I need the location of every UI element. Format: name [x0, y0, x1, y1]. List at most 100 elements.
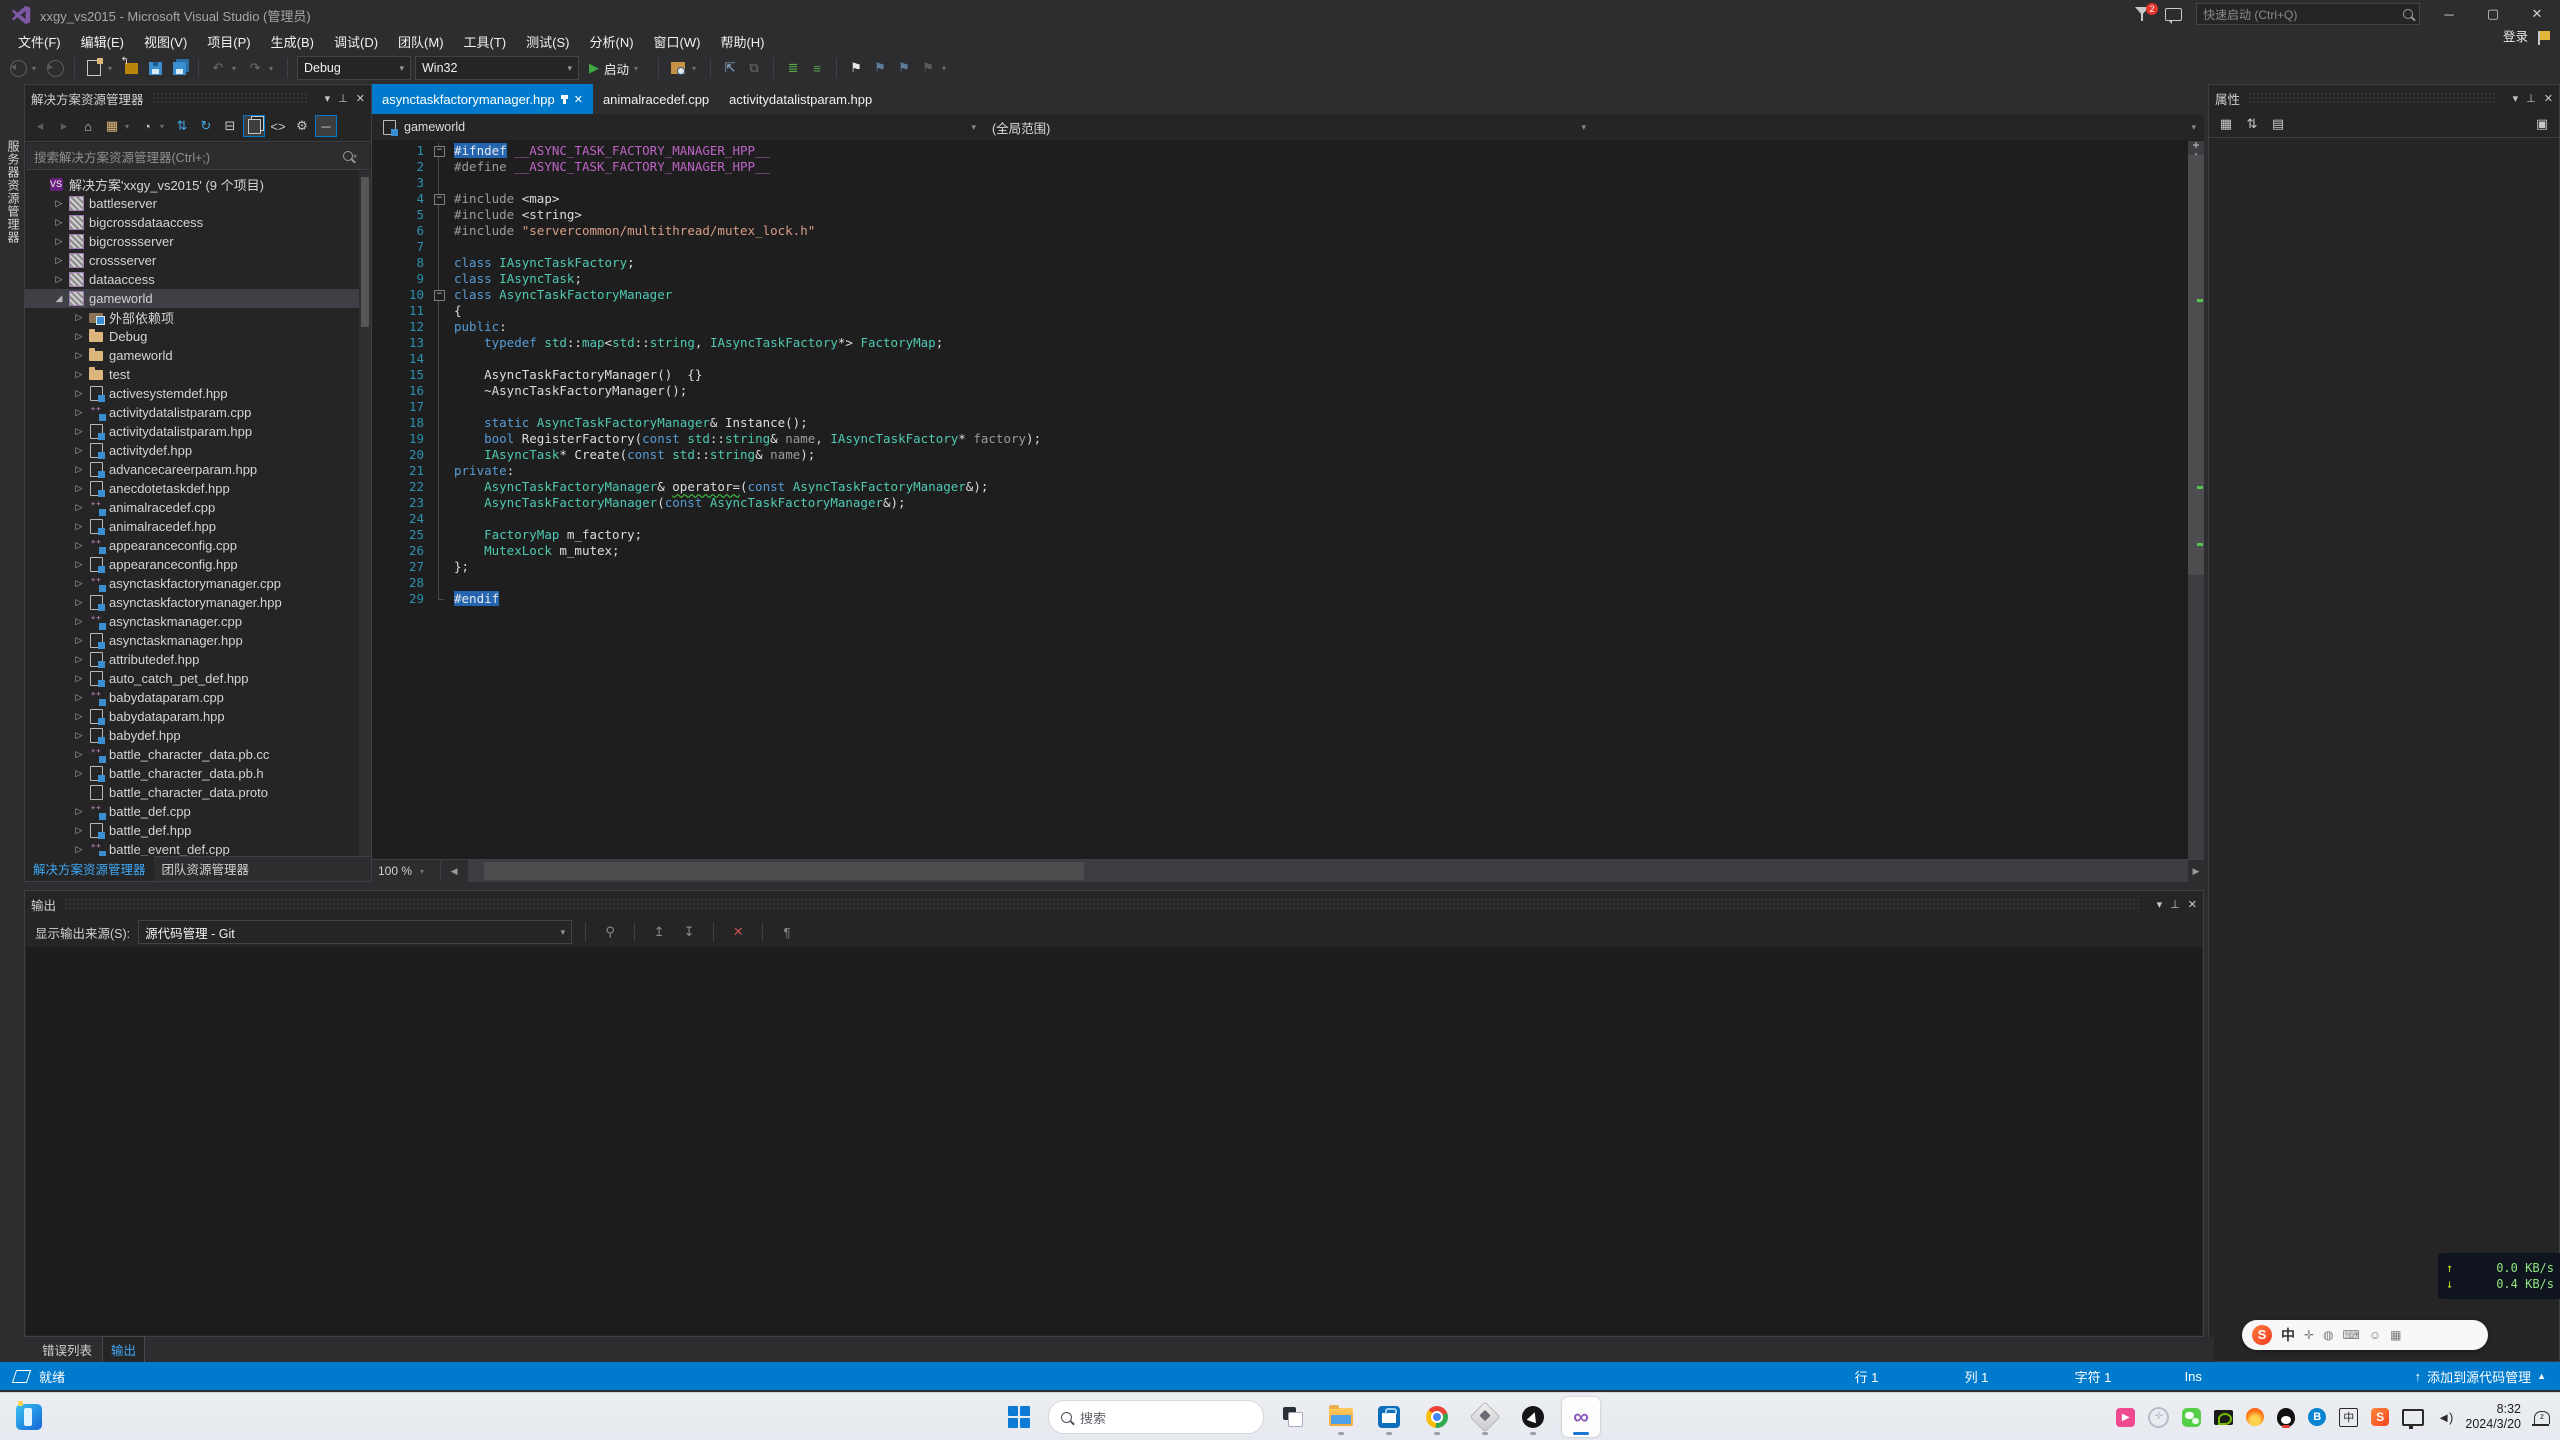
code-line[interactable]: 29#endif [372, 591, 2188, 607]
navigate-forward-icon[interactable]: ▸ [47, 60, 64, 77]
output-content[interactable] [26, 947, 2202, 1335]
add-to-source-control-button[interactable]: ↑ 添加到源代码管理 ▲ [2415, 1367, 2546, 1386]
collapsed-arrow-icon[interactable]: ▷ [71, 749, 87, 760]
collapsed-arrow-icon[interactable]: ▷ [71, 464, 87, 475]
input-method-indicator[interactable]: 中 [2339, 1408, 2358, 1427]
code-line[interactable]: 7 [372, 239, 2188, 255]
output-title-bar[interactable]: 输出 ▾ ⊥ ✕ [25, 891, 2203, 917]
collapsed-arrow-icon[interactable]: ▷ [71, 426, 87, 437]
show-all-files-icon[interactable] [243, 115, 265, 137]
save-all-icon[interactable] [173, 62, 186, 75]
collapsed-arrow-icon[interactable]: ▷ [71, 768, 87, 779]
code-line[interactable]: 11{ [372, 303, 2188, 319]
tree-scrollbar[interactable] [359, 171, 371, 856]
task-view-button[interactable] [1274, 1397, 1312, 1437]
code-line[interactable]: 13 typedef std::map<std::string, IAsyncT… [372, 335, 2188, 351]
ime-toolbar[interactable]: S 中 ✛ ◍ ⌨ ☺ ▦ [2242, 1320, 2488, 1350]
next-message-icon[interactable]: ↧ [678, 921, 700, 943]
switch-views-icon[interactable]: ▦ [101, 115, 123, 137]
menu-item[interactable]: 分析(N) [579, 30, 643, 53]
code-viewport[interactable]: 1−#ifndef __ASYNC_TASK_FACTORY_MANAGER_H… [372, 141, 2204, 859]
tree-item[interactable]: ▷activesystemdef.hpp [25, 384, 371, 403]
tree-item[interactable]: ▷⁺⁺battle_character_data.pb.cc [25, 745, 371, 764]
collapsed-arrow-icon[interactable]: ▷ [71, 692, 87, 703]
copy-structure-icon[interactable]: ⧉ [744, 58, 764, 78]
pin-icon[interactable]: ⊥ [2526, 92, 2536, 105]
tree-item[interactable]: ▷⁺⁺battle_def.cpp [25, 802, 371, 821]
collapsed-arrow-icon[interactable]: ▷ [51, 217, 67, 228]
solution-explorer-title-bar[interactable]: 解决方案资源管理器 ▾ ⊥ ✕ [25, 85, 371, 111]
quick-launch-input[interactable]: 快速启动 (Ctrl+Q) [2196, 3, 2420, 25]
scroll-right-icon[interactable]: ▶ [2188, 866, 2204, 877]
window-position-icon[interactable]: ▾ [325, 92, 331, 105]
cursor-brace-icon[interactable]: ⇱ [720, 58, 740, 78]
categorized-icon[interactable]: ▦ [2215, 113, 2237, 135]
menu-item[interactable]: 编辑(E) [71, 30, 134, 53]
solution-search-input[interactable]: 搜索解决方案资源管理器(Ctrl+;) ▾ [26, 143, 370, 170]
menu-item[interactable]: 文件(F) [8, 30, 71, 53]
cube-app-icon[interactable] [1466, 1397, 1504, 1437]
unity-icon[interactable] [1514, 1397, 1552, 1437]
refresh-icon[interactable]: ↻ [195, 115, 217, 137]
menu-item[interactable]: 测试(S) [516, 30, 579, 53]
close-icon[interactable]: ✕ [356, 92, 365, 105]
previous-message-icon[interactable]: ↥ [648, 921, 670, 943]
ime-mic-icon[interactable]: ◍ [2323, 1328, 2333, 1342]
navigate-back-icon[interactable]: ◂ [10, 60, 27, 77]
code-line[interactable]: 25 FactoryMap m_factory; [372, 527, 2188, 543]
chrome-icon[interactable] [1418, 1397, 1456, 1437]
code-line[interactable]: 8class IAsyncTaskFactory; [372, 255, 2188, 271]
tree-item[interactable]: ▷Debug [25, 327, 371, 346]
tree-item[interactable]: ▷⁺⁺asynctaskmanager.cpp [25, 612, 371, 631]
tray-wheel-app-icon[interactable]: ✛ [2148, 1407, 2169, 1428]
tree-item[interactable]: ▷appearanceconfig.hpp [25, 555, 371, 574]
collapsed-arrow-icon[interactable]: ▷ [71, 521, 87, 532]
bookmark-icon[interactable]: ⚑ [846, 58, 866, 78]
collapsed-arrow-icon[interactable]: ▷ [71, 578, 87, 589]
forward-icon[interactable]: ▸ [53, 115, 75, 137]
taskbar-search[interactable]: 搜索 [1048, 1400, 1264, 1434]
ime-mode-indicator[interactable]: 中 [2281, 1325, 2295, 1345]
tree-item[interactable]: ▷test [25, 365, 371, 384]
pin-icon[interactable]: ⊥ [2170, 898, 2180, 911]
document-tab[interactable]: activitydatalistparam.hpp [719, 84, 882, 114]
tree-item[interactable]: ▷bigcrossdataaccess [25, 213, 371, 232]
collapsed-arrow-icon[interactable]: ▷ [71, 350, 87, 361]
code-line[interactable]: 22 AsyncTaskFactoryManager& operator=(co… [372, 479, 2188, 495]
save-icon[interactable] [149, 62, 162, 75]
ime-cursor-icon[interactable]: ✛ [2304, 1328, 2314, 1342]
collapsed-arrow-icon[interactable]: ▷ [71, 825, 87, 836]
code-line[interactable]: 17 [372, 399, 2188, 415]
collapsed-arrow-icon[interactable]: ▷ [71, 616, 87, 627]
new-file-icon[interactable] [87, 60, 101, 76]
editor-vertical-scrollbar[interactable]: ✚▲ [2188, 141, 2204, 859]
close-tab-icon[interactable]: ✕ [574, 93, 583, 106]
ime-keyboard-icon[interactable]: ⌨ [2343, 1328, 2360, 1342]
close-icon[interactable]: ✕ [2188, 898, 2197, 911]
pin-icon[interactable]: ⊥ [338, 92, 348, 105]
tree-item[interactable]: ▷asynctaskmanager.hpp [25, 631, 371, 650]
menu-item[interactable]: 视图(V) [134, 30, 197, 53]
qq-icon[interactable] [2277, 1408, 2295, 1427]
start-debug-button[interactable]: ▶ 启动 ▾ [583, 59, 649, 78]
close-button[interactable]: ✕ [2522, 6, 2552, 22]
nvidia-icon[interactable] [2214, 1410, 2233, 1425]
code-line[interactable]: 5#include <string> [372, 207, 2188, 223]
collapsed-arrow-icon[interactable]: ▷ [51, 255, 67, 266]
solution-configuration-combo[interactable]: Debug▾ [297, 56, 411, 80]
pin-tab-icon[interactable] [563, 95, 566, 104]
nav-project-combo[interactable]: gameworld▾ [372, 114, 984, 140]
sync-with-active-document-icon[interactable]: ⇅ [171, 115, 193, 137]
property-pages-icon[interactable]: ▤ [2267, 113, 2289, 135]
code-line[interactable]: 23 AsyncTaskFactoryManager(const AsyncTa… [372, 495, 2188, 511]
tree-item[interactable]: ▷babydef.hpp [25, 726, 371, 745]
code-line[interactable]: 28 [372, 575, 2188, 591]
add-item-icon[interactable] [125, 63, 138, 74]
collapsed-arrow-icon[interactable]: ▷ [71, 559, 87, 570]
code-line[interactable]: 2#define __ASYNC_TASK_FACTORY_MANAGER_HP… [372, 159, 2188, 175]
tree-item[interactable]: ◢gameworld [25, 289, 371, 308]
ime-emoji-icon[interactable]: ☺ [2369, 1328, 2381, 1342]
server-explorer-vertical-tab[interactable]: 服务器资源管理器 [5, 140, 22, 244]
document-tab[interactable]: animalracedef.cpp [593, 84, 719, 114]
volume-icon[interactable]: ◄) [2437, 1410, 2452, 1425]
